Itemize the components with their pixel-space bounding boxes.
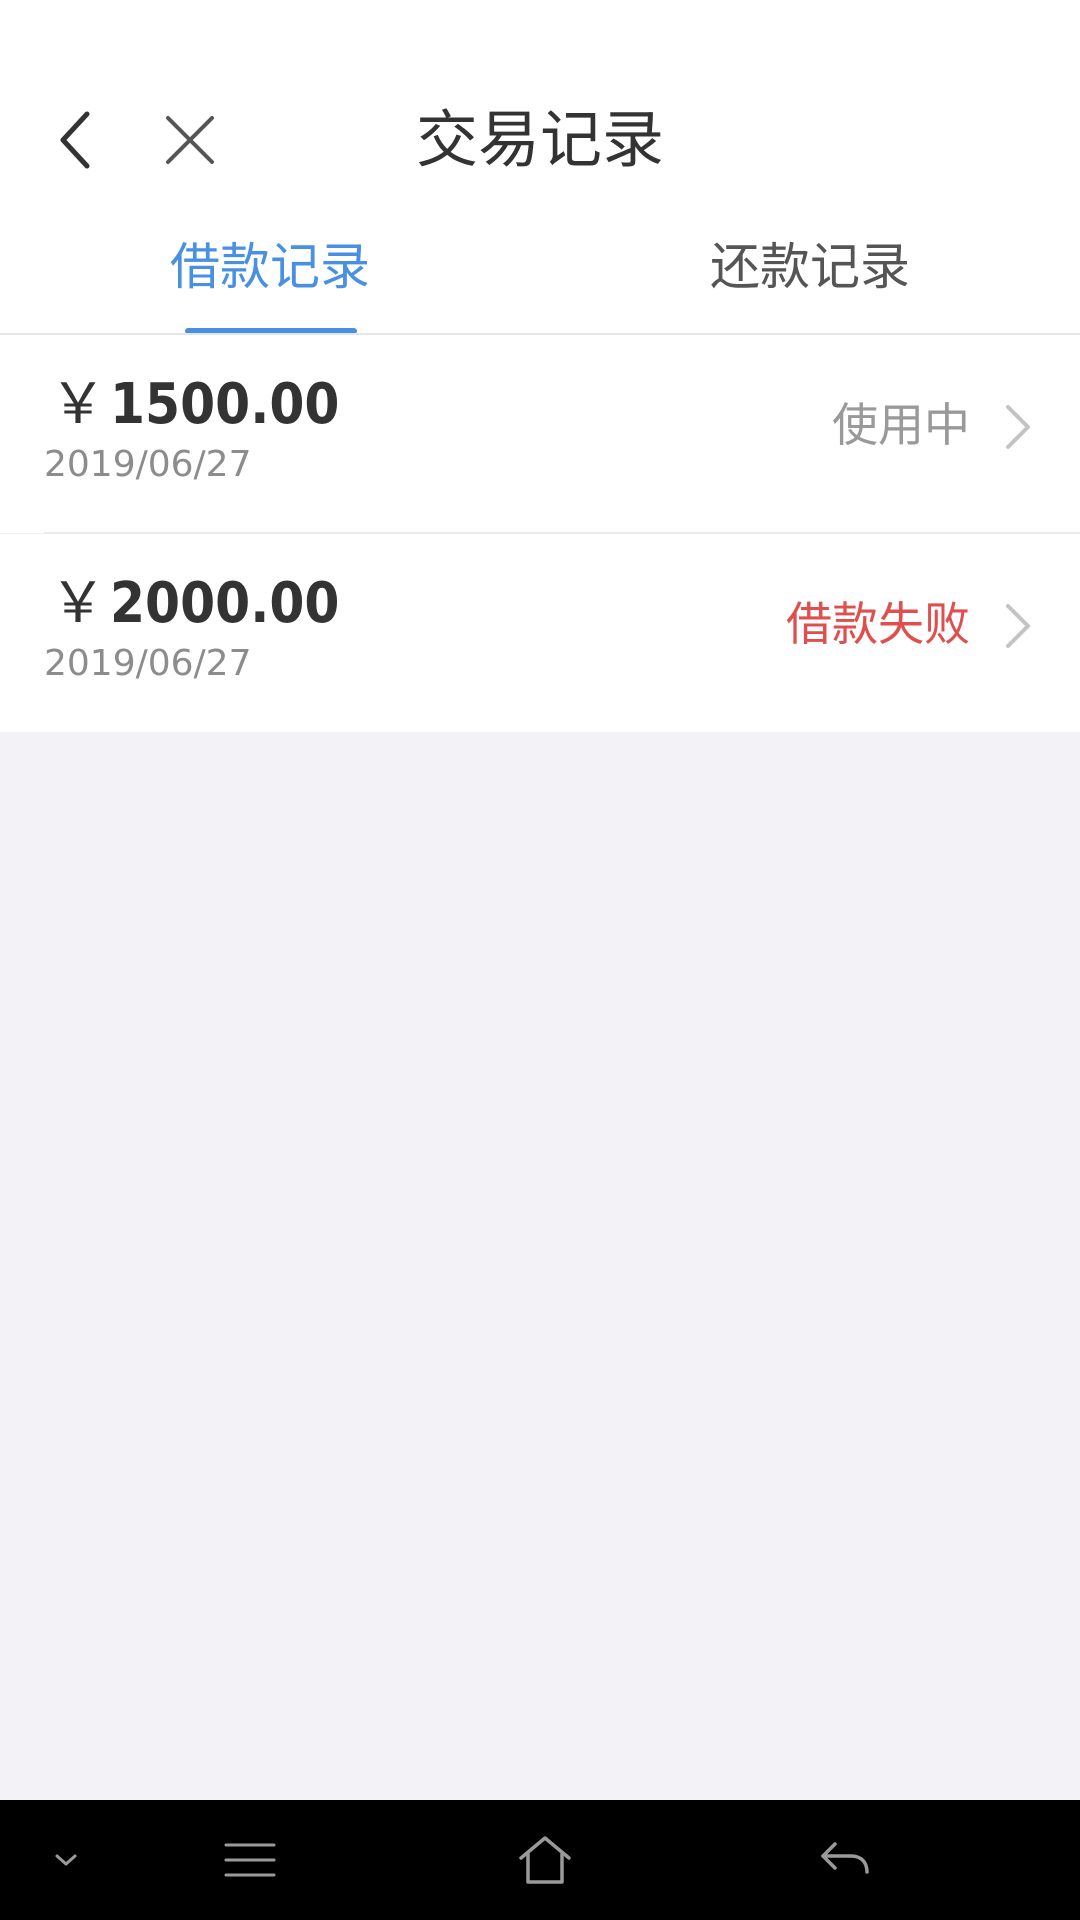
chevron-right-icon [1006, 405, 1030, 449]
menu-icon [224, 1843, 276, 1877]
amount-value: 1500.00 [110, 372, 340, 437]
record-date: 2019/06/27 [44, 643, 252, 684]
home-button[interactable] [500, 1800, 590, 1920]
currency-symbol: ￥ [50, 372, 106, 437]
record-date: 2019/06/27 [44, 444, 252, 485]
app-header: 交易记录 借款记录 还款记录 [0, 0, 1080, 335]
record-status: 使用中 [832, 398, 970, 452]
currency-symbol: ￥ [50, 571, 106, 636]
system-navigation-bar [0, 1800, 1080, 1920]
page-title: 交易记录 [415, 103, 664, 176]
record-row[interactable]: ￥1500.00 2019/06/27 使用中 [0, 335, 1080, 533]
record-status: 借款失败 [786, 597, 970, 651]
chevron-down-icon [55, 1854, 77, 1866]
record-amount: ￥2000.00 [50, 572, 339, 636]
system-back-button[interactable] [800, 1800, 890, 1920]
tab-repay-records[interactable]: 还款记录 [540, 225, 1080, 310]
tab-borrow-records[interactable]: 借款记录 [0, 225, 540, 310]
record-amount: ￥1500.00 [50, 373, 339, 437]
home-icon [519, 1836, 571, 1884]
record-row[interactable]: ￥2000.00 2019/06/27 借款失败 [0, 534, 1080, 732]
hide-navbar-button[interactable] [36, 1800, 96, 1920]
back-arrow-icon [821, 1842, 869, 1874]
menu-button[interactable] [210, 1800, 290, 1920]
chevron-right-icon [1006, 604, 1030, 648]
amount-value: 2000.00 [110, 571, 340, 636]
